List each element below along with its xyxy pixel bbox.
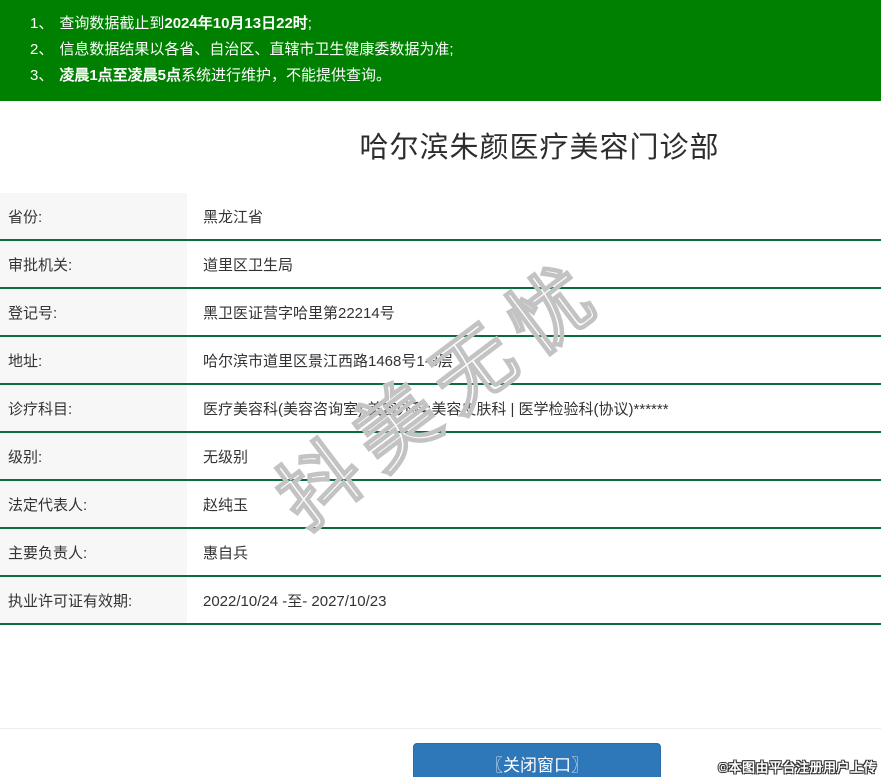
field-label: 级别: [0, 433, 187, 479]
table-row-address: 地址: 哈尔滨市道里区景江西路1468号1-3层 [0, 337, 881, 385]
table-row-province: 省份: 黑龙江省 [0, 193, 881, 241]
field-value: 惠自兵 [203, 544, 249, 562]
notice-text: ; [307, 15, 312, 32]
field-value: 道里区卫生局 [203, 256, 294, 274]
field-label: 审批机关: [0, 241, 187, 287]
footer-divider [0, 728, 881, 729]
field-label: 地址: [0, 337, 187, 383]
field-label: 省份: [0, 193, 187, 239]
table-row-approval-authority: 审批机关: 道里区卫生局 [0, 241, 881, 289]
table-row-treatment-subjects: 诊疗科目: 医疗美容科(美容咨询室);美容外科;美容皮肤科 | 医学检验科(协议… [0, 385, 881, 433]
field-value: 哈尔滨市道里区景江西路1468号1-3层 [203, 352, 454, 370]
title-wrap: 哈尔滨朱颜医疗美容门诊部 [0, 131, 881, 165]
field-label: 诊疗科目: [0, 385, 187, 431]
field-label: 法定代表人: [0, 481, 187, 527]
table-row-license-validity: 执业许可证有效期: 2022/10/24 -至- 2027/10/23 [0, 577, 881, 625]
field-value: 黑龙江省 [203, 208, 264, 226]
notice-number: 2、 [30, 41, 54, 58]
field-value: 无级别 [203, 448, 249, 466]
notice-banner: 1、 查询数据截止到2024年10月13日22时; 2、 信息数据结果以各省、自治区… [0, 0, 881, 101]
notice-text-bold: 凌晨1点至凌晨5点 [59, 67, 182, 84]
field-label: 登记号: [0, 289, 187, 335]
notice-number: 1、 [30, 15, 54, 32]
institution-info-table: 省份: 黑龙江省 审批机关: 道里区卫生局 登记号: 黑卫医证营字哈里第2221… [0, 193, 881, 625]
table-row-principal: 主要负责人: 惠自兵 [0, 529, 881, 577]
field-value: 赵纯玉 [203, 496, 249, 514]
notice-text: 查询数据截止到 [59, 15, 165, 32]
notice-text-bold: 2024年10月13日22时 [164, 15, 308, 32]
copyright-watermark: ©本图由平台注册用户上传 [718, 760, 877, 775]
field-label: 执业许可证有效期: [0, 577, 187, 623]
notice-line-2: 2、 信息数据结果以各省、自治区、直辖市卫生健康委数据为准; [30, 37, 861, 63]
close-window-button[interactable]: 〖关闭窗口〗 [413, 743, 661, 777]
notice-line-1: 1、 查询数据截止到2024年10月13日22时; [30, 11, 861, 37]
notice-number: 3、 [30, 67, 54, 84]
query-result-page: 1、 查询数据截止到2024年10月13日22时; 2、 信息数据结果以各省、自治区… [0, 0, 881, 777]
table-row-registration-number: 登记号: 黑卫医证营字哈里第22214号 [0, 289, 881, 337]
field-label: 主要负责人: [0, 529, 187, 575]
field-value: 黑卫医证营字哈里第22214号 [203, 304, 395, 322]
table-row-legal-representative: 法定代表人: 赵纯玉 [0, 481, 881, 529]
notice-text: 系统进行维护，不能提供查询。 [181, 67, 392, 84]
table-row-level: 级别: 无级别 [0, 433, 881, 481]
notice-line-3: 3、 凌晨1点至凌晨5点系统进行维护，不能提供查询。 [30, 63, 861, 89]
field-value: 2022/10/24 -至- 2027/10/23 [203, 592, 387, 610]
page-title: 哈尔滨朱颜医疗美容门诊部 [359, 132, 720, 164]
notice-text: 信息数据结果以各省、自治区、直辖市卫生健康委数据为准; [59, 41, 454, 58]
field-value: 医疗美容科(美容咨询室);美容外科;美容皮肤科 | 医学检验科(协议)*****… [203, 400, 669, 418]
